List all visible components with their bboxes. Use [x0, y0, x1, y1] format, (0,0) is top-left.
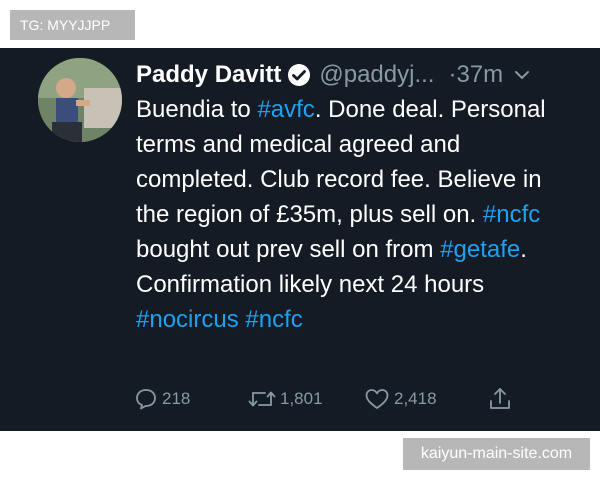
avatar-photo — [38, 58, 122, 142]
hashtag-link[interactable]: #getafe — [440, 236, 520, 263]
like-count: 2,418 — [394, 389, 437, 408]
retweet-icon — [248, 391, 276, 407]
share-button[interactable] — [488, 386, 516, 412]
tweet-actions: 218 1,801 2,418 — [134, 385, 574, 413]
share-icon — [490, 388, 510, 409]
hashtag-link[interactable]: #nocircus — [136, 306, 239, 333]
tweet-body: Buendia to #avfc. Done deal. Personal te… — [136, 92, 576, 337]
tweet-time[interactable]: ·37m — [448, 61, 503, 89]
verified-badge-icon — [287, 63, 311, 87]
hashtag-link[interactable]: #ncfc — [245, 306, 302, 333]
tweet-text: Buendia to — [136, 96, 258, 123]
like-button[interactable]: 2,418 — [364, 387, 488, 411]
watermark-bottom: kaiyun-main-site.com — [403, 438, 590, 470]
reply-count: 218 — [162, 389, 191, 408]
chevron-down-icon[interactable] — [513, 66, 531, 84]
author-name[interactable]: Paddy Davitt — [136, 61, 281, 89]
reply-button[interactable]: 218 — [134, 387, 248, 411]
hashtag-link[interactable]: #avfc — [257, 96, 314, 123]
author-handle[interactable]: @paddyj... — [319, 61, 434, 89]
tweet-header: Paddy Davitt @paddyj... ·37m — [136, 58, 586, 92]
tweet-text: bought out prev sell on from — [136, 236, 441, 263]
retweet-button[interactable]: 1,801 — [248, 387, 364, 411]
reply-icon — [136, 389, 156, 410]
heart-icon — [365, 389, 389, 409]
retweet-count: 1,801 — [280, 389, 323, 408]
tweet-card: Paddy Davitt @paddyj... ·37m Buendia to … — [0, 48, 600, 431]
hashtag-link[interactable]: #ncfc — [483, 201, 540, 228]
avatar[interactable] — [38, 58, 122, 142]
watermark-top: TG: MYYJJPP — [10, 10, 135, 40]
